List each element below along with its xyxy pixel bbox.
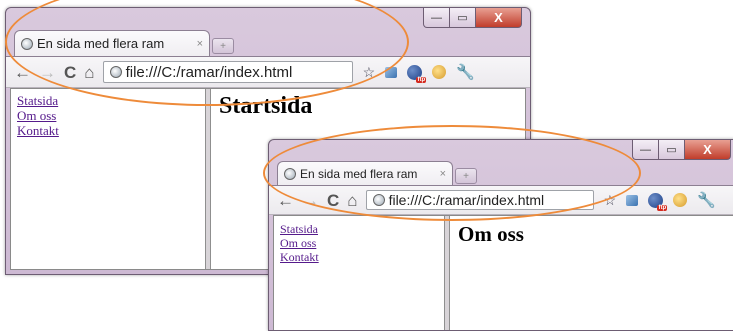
ftp-extension-icon[interactable]: ftp <box>648 192 668 211</box>
browser-tab[interactable]: En sida med flera ram × <box>14 30 210 56</box>
forward-icon[interactable]: → <box>39 64 56 81</box>
nav-link-statsida[interactable]: Statsida <box>280 222 438 236</box>
nav-link-om-oss[interactable]: Om oss <box>17 108 199 123</box>
page-info-icon[interactable] <box>109 66 122 78</box>
ftp-extension-icon[interactable]: ftp <box>407 64 427 83</box>
wrench-icon[interactable]: 🔧 <box>697 191 716 209</box>
browser-window-om-oss: — ▭ X En sida med flera ram × + ← → C ⌂ … <box>268 139 733 331</box>
browser-tab[interactable]: En sida med flera ram × <box>277 161 453 185</box>
tab-title: En sida med flera ram <box>37 36 165 51</box>
address-bar[interactable]: file:///C:/ramar/index.html <box>365 190 594 210</box>
page-info-icon[interactable] <box>372 194 385 206</box>
nav-link-kontakt[interactable]: Kontakt <box>280 250 438 264</box>
page-heading: Om oss <box>458 222 524 246</box>
minimize-button[interactable]: — <box>423 8 450 28</box>
new-tab-button[interactable]: + <box>455 168 477 184</box>
bookmark-extension-icon[interactable] <box>385 66 398 78</box>
nav-link-statsida[interactable]: Statsida <box>17 93 199 108</box>
wrench-icon[interactable]: 🔧 <box>456 63 475 81</box>
home-icon[interactable]: ⌂ <box>347 192 357 209</box>
maximize-button[interactable]: ▭ <box>659 140 685 160</box>
reload-icon[interactable]: C <box>327 192 339 209</box>
url-text: file:///C:/ramar/index.html <box>388 192 545 208</box>
browser-toolbar: ← → C ⌂ file:///C:/ramar/index.html ☆ ft… <box>269 185 733 215</box>
globe-icon <box>21 37 33 50</box>
navigation-frame: Statsida Om oss Kontakt <box>274 216 444 330</box>
browser-toolbar: ← → C ⌂ file:///C:/ramar/index.html ☆ ft… <box>6 56 530 88</box>
close-window-button[interactable]: X <box>685 140 731 160</box>
star-icon[interactable]: ☆ <box>604 192 617 209</box>
close-window-button[interactable]: X <box>476 8 522 28</box>
caption-buttons: — ▭ X <box>632 140 731 160</box>
minimize-button[interactable]: — <box>632 140 659 160</box>
smiley-extension-icon[interactable] <box>673 193 688 207</box>
nav-link-kontakt[interactable]: Kontakt <box>17 123 199 138</box>
address-bar[interactable]: file:///C:/ramar/index.html <box>102 61 353 83</box>
tab-title: En sida med flera ram <box>300 166 418 181</box>
reload-icon[interactable]: C <box>64 64 76 81</box>
navigation-frame: Statsida Om oss Kontakt <box>11 89 205 269</box>
smiley-extension-icon[interactable] <box>432 65 447 79</box>
globe-icon <box>284 167 296 180</box>
star-icon[interactable]: ☆ <box>363 64 376 81</box>
maximize-button[interactable]: ▭ <box>450 8 476 28</box>
new-tab-button[interactable]: + <box>212 38 234 54</box>
url-text: file:///C:/ramar/index.html <box>125 63 293 81</box>
forward-icon[interactable]: → <box>302 192 319 209</box>
bookmark-extension-icon[interactable] <box>626 194 639 206</box>
caption-buttons: — ▭ X <box>423 8 522 28</box>
tab-close-icon[interactable]: × <box>197 38 203 50</box>
main-frame: Om oss <box>450 216 733 330</box>
home-icon[interactable]: ⌂ <box>84 64 94 81</box>
page-content: Statsida Om oss Kontakt Om oss <box>273 215 733 330</box>
tab-close-icon[interactable]: × <box>440 168 446 180</box>
back-icon[interactable]: ← <box>14 64 31 81</box>
nav-link-om-oss[interactable]: Om oss <box>280 236 438 250</box>
page-heading: Startsida <box>219 93 313 119</box>
back-icon[interactable]: ← <box>277 192 294 209</box>
